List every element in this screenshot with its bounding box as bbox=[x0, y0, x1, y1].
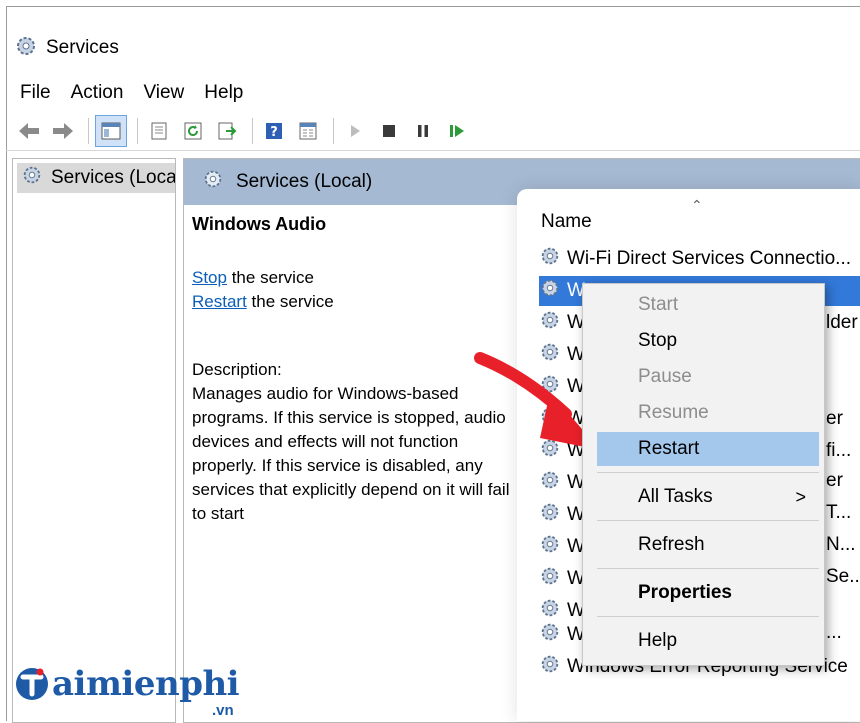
stop-service-link[interactable]: Stop bbox=[192, 268, 227, 287]
menu-item-all-tasks[interactable]: All Tasks > bbox=[583, 480, 824, 514]
restart-service-icon[interactable] bbox=[442, 116, 472, 146]
submenu-arrow-icon: > bbox=[795, 486, 806, 507]
pane-header-title: Services (Local) bbox=[236, 171, 373, 192]
service-row[interactable]: W bbox=[539, 620, 585, 650]
menu-item-pause[interactable]: Pause bbox=[583, 360, 824, 394]
service-row[interactable]: W bbox=[539, 308, 585, 338]
menu-item-restart[interactable]: Restart bbox=[597, 432, 819, 466]
menu-item-stop[interactable]: Stop bbox=[583, 324, 824, 358]
console-tree: Services (Local) bbox=[12, 158, 176, 723]
services-gear-icon bbox=[202, 168, 224, 196]
menu-help[interactable]: Help bbox=[204, 82, 243, 104]
service-name: Windows Audio bbox=[192, 214, 327, 234]
service-gear-icon bbox=[539, 501, 561, 529]
service-row-tail: ... bbox=[826, 622, 842, 643]
menu-item-label: Stop bbox=[638, 330, 678, 351]
menu-view[interactable]: View bbox=[143, 82, 184, 104]
menu-item-properties[interactable]: Properties bbox=[583, 576, 824, 610]
stop-service-icon[interactable] bbox=[374, 116, 404, 146]
menu-item-label: Restart bbox=[638, 438, 700, 459]
toolbar-separator bbox=[88, 118, 89, 144]
refresh-icon[interactable] bbox=[178, 116, 208, 146]
service-row[interactable]: W bbox=[539, 468, 585, 498]
menu-item-refresh[interactable]: Refresh bbox=[583, 528, 824, 562]
services-gear-icon bbox=[21, 164, 43, 192]
menu-item-label: Help bbox=[638, 630, 678, 651]
show-hide-console-tree-icon[interactable] bbox=[95, 115, 127, 147]
description-label: Description: bbox=[192, 360, 282, 379]
service-gear-icon bbox=[539, 309, 561, 337]
service-row-tail: lder bbox=[826, 312, 858, 333]
menu-item-label: Resume bbox=[638, 402, 709, 423]
service-gear-icon bbox=[539, 565, 561, 593]
toolbar-separator bbox=[252, 118, 253, 144]
properties-icon[interactable] bbox=[293, 116, 323, 146]
toolbar-divider bbox=[6, 150, 860, 151]
menu-item-label: Start bbox=[638, 294, 679, 315]
service-row[interactable]: W bbox=[539, 564, 585, 594]
service-gear-icon bbox=[539, 277, 561, 305]
tree-item-label: Services (Local) bbox=[51, 167, 175, 188]
service-row-tail: Se... bbox=[826, 566, 860, 587]
restart-service-link[interactable]: Restart bbox=[192, 292, 247, 311]
back-icon[interactable] bbox=[14, 116, 44, 146]
taimienphi-watermark: aimienphi .vn bbox=[14, 664, 240, 719]
toolbar-separator bbox=[137, 118, 138, 144]
service-row-tail: N... bbox=[826, 534, 856, 555]
forward-icon[interactable] bbox=[48, 116, 78, 146]
service-gear-icon bbox=[539, 469, 561, 497]
restart-line: Restart the service bbox=[192, 290, 512, 314]
watermark-brand: aimienphi bbox=[52, 664, 240, 704]
service-row[interactable]: Wi-Fi Direct Services Connectio... bbox=[539, 244, 851, 274]
help-icon[interactable]: ? bbox=[259, 116, 289, 146]
context-menu: Start Stop Pause Resume Restart All Task… bbox=[582, 283, 825, 666]
menu-file[interactable]: File bbox=[20, 82, 51, 104]
service-gear-icon bbox=[539, 245, 561, 273]
service-row-tail: er bbox=[826, 408, 843, 429]
menu-separator bbox=[597, 568, 819, 569]
tree-item-services-local[interactable]: Services (Local) bbox=[17, 163, 175, 193]
column-header-name[interactable]: Name bbox=[541, 211, 592, 233]
service-row-tail: er bbox=[826, 470, 843, 491]
start-service-icon[interactable] bbox=[340, 116, 370, 146]
service-gear-icon bbox=[539, 533, 561, 561]
menu-item-label: Refresh bbox=[638, 534, 705, 555]
menu-item-label: All Tasks bbox=[638, 486, 713, 507]
watermark-suffix: .vn bbox=[212, 702, 234, 719]
service-gear-icon bbox=[539, 653, 561, 681]
service-details: Windows Audio Stop the service Restart t… bbox=[192, 212, 512, 526]
restart-line-text: the service bbox=[246, 292, 334, 311]
svg-text:?: ? bbox=[270, 125, 278, 140]
export-list-icon[interactable] bbox=[144, 116, 174, 146]
menu-separator bbox=[597, 472, 819, 473]
pause-service-icon[interactable] bbox=[408, 116, 438, 146]
service-row[interactable]: W bbox=[539, 500, 585, 530]
service-row-tail: T... bbox=[826, 502, 852, 523]
stop-line-text: the service bbox=[226, 268, 314, 287]
menu-item-label: Pause bbox=[638, 366, 692, 387]
menu-action[interactable]: Action bbox=[71, 82, 124, 104]
stop-line: Stop the service bbox=[192, 266, 512, 290]
service-row-label: Wi-Fi Direct Services Connectio... bbox=[567, 248, 852, 269]
taimienphi-logo-icon bbox=[16, 668, 48, 700]
service-row[interactable]: W bbox=[539, 532, 585, 562]
menu-bar: File Action View Help bbox=[20, 78, 263, 108]
toolbar-separator bbox=[333, 118, 334, 144]
menu-separator bbox=[597, 616, 819, 617]
service-gear-icon bbox=[539, 621, 561, 649]
export-icon[interactable] bbox=[212, 116, 242, 146]
menu-item-help[interactable]: Help bbox=[583, 624, 824, 658]
menu-item-start[interactable]: Start bbox=[583, 288, 824, 322]
menu-item-resume[interactable]: Resume bbox=[583, 396, 824, 430]
toolbar: ? bbox=[14, 114, 476, 148]
description-text: Manages audio for Windows-based programs… bbox=[192, 384, 510, 523]
menu-separator bbox=[597, 520, 819, 521]
title-bar: Services bbox=[14, 30, 119, 66]
window-title: Services bbox=[46, 37, 119, 58]
service-row-tail: fi... bbox=[826, 440, 852, 461]
menu-item-label: Properties bbox=[638, 582, 732, 603]
sort-ascending-icon: ⌃ bbox=[691, 197, 703, 213]
services-gear-icon bbox=[14, 34, 38, 63]
